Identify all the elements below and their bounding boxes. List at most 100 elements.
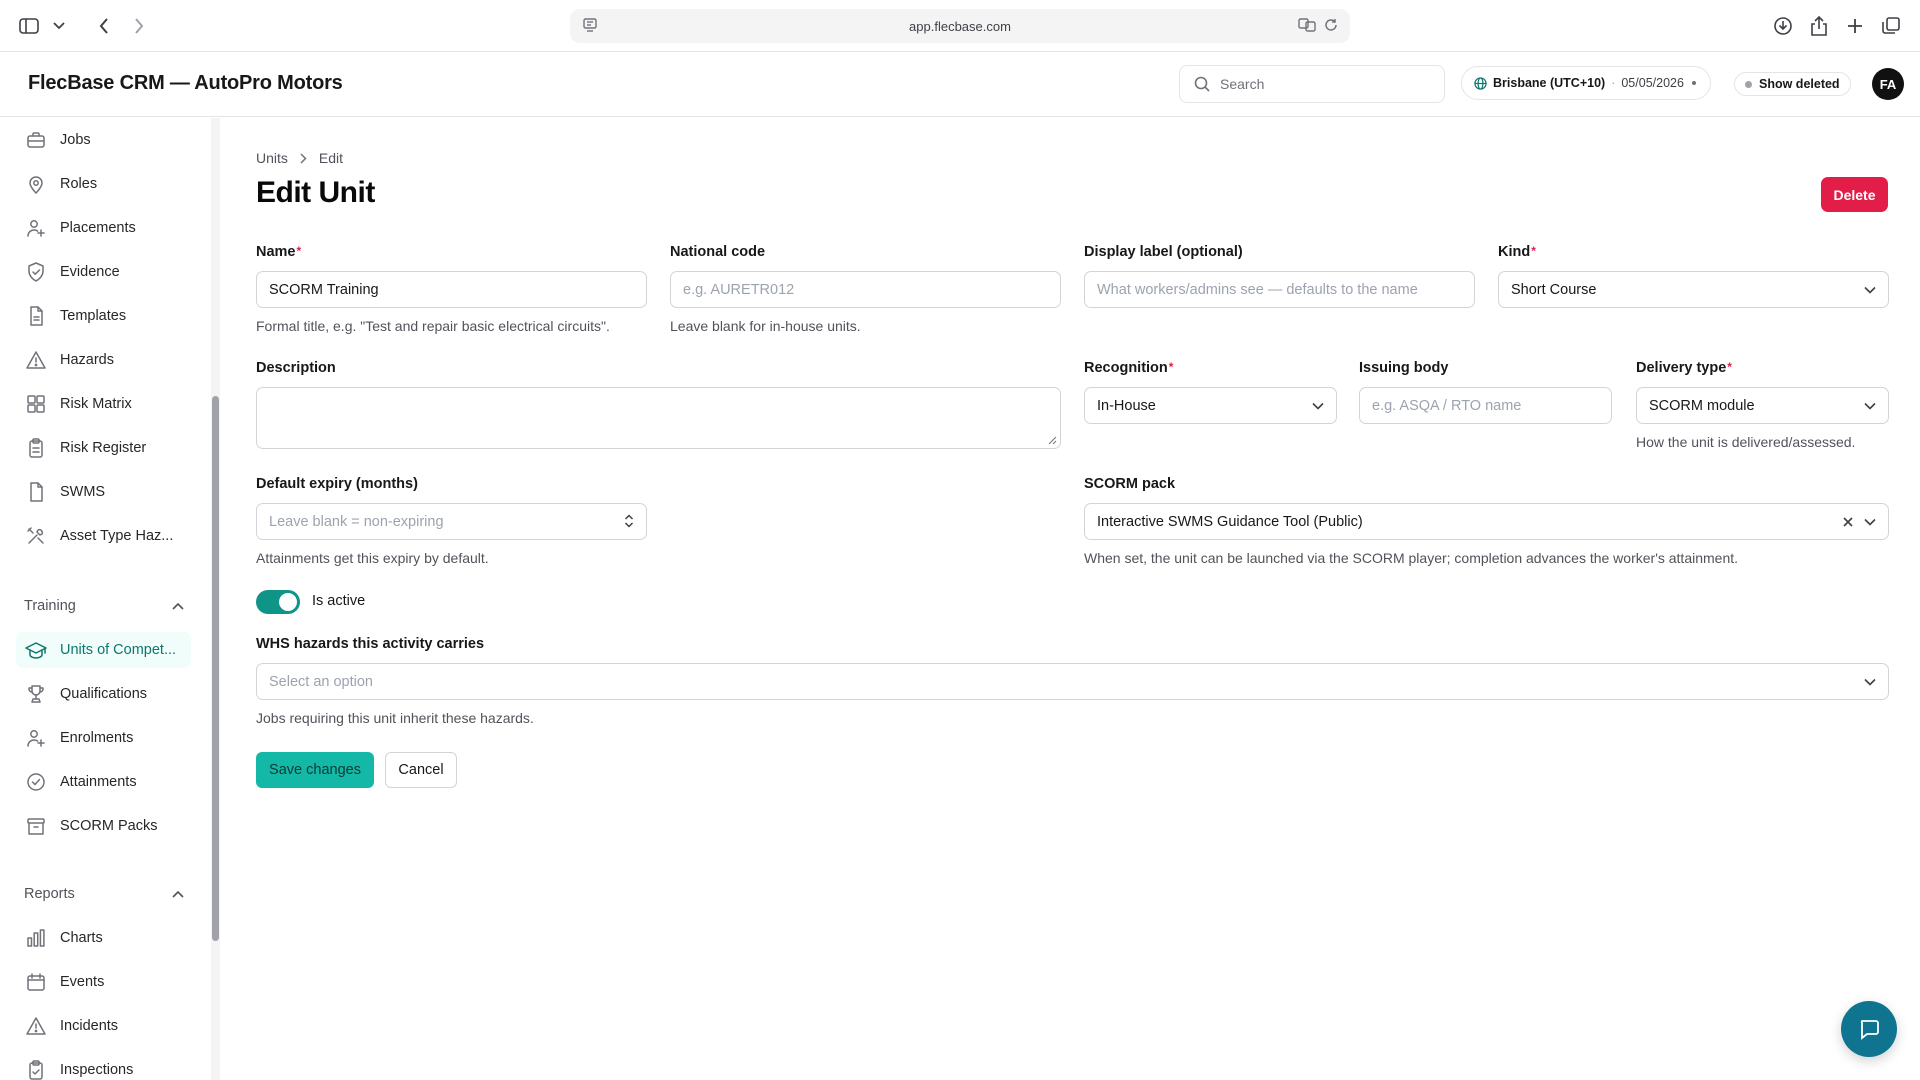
sidebar-item-charts[interactable]: Charts — [16, 920, 191, 956]
sidebar-item-risk-register[interactable]: Risk Register — [16, 430, 191, 466]
resize-handle-icon[interactable] — [1048, 436, 1057, 445]
tools-icon — [25, 525, 47, 547]
is-active-toggle[interactable] — [256, 590, 300, 614]
description-textarea[interactable] — [256, 387, 1061, 449]
sidebar-item-jobs[interactable]: Jobs — [16, 122, 191, 158]
delivery-type-select[interactable]: SCORM module — [1636, 387, 1889, 424]
show-deleted-toggle[interactable]: Show deleted — [1734, 72, 1851, 96]
breadcrumb-current: Edit — [318, 150, 344, 166]
site-settings-icon[interactable] — [582, 17, 598, 33]
sidebar-item-qualifications[interactable]: Qualifications — [16, 676, 191, 712]
avatar[interactable]: FA — [1872, 68, 1904, 100]
delivery-type-help: How the unit is delivered/assessed. — [1636, 434, 1856, 450]
check-circle-icon — [25, 771, 47, 793]
sidebar-item-units-of-compet[interactable]: Units of Compet... — [16, 632, 191, 668]
sidebar-item-roles[interactable]: Roles — [16, 166, 191, 202]
chat-bubble-icon — [1860, 1020, 1879, 1040]
warning-triangle-icon — [25, 349, 47, 371]
whs-hazards-select[interactable]: Select an option — [256, 663, 1889, 700]
close-icon[interactable] — [1842, 515, 1854, 529]
nav-group-reports[interactable]: Reports — [24, 882, 184, 906]
download-icon[interactable] — [1768, 11, 1798, 41]
sidebar-item-label: Charts — [60, 930, 103, 946]
name-label: Name* — [256, 244, 302, 260]
reload-icon[interactable] — [1324, 18, 1338, 32]
sidebar-item-swms[interactable]: SWMS — [16, 474, 191, 510]
name-input[interactable]: SCORM Training — [256, 271, 647, 308]
translate-icon[interactable] — [1298, 17, 1316, 33]
nav-group-training[interactable]: Training — [24, 594, 184, 618]
user-plus-icon — [25, 727, 47, 749]
cancel-button[interactable]: Cancel — [385, 752, 457, 788]
delete-button[interactable]: Delete — [1821, 177, 1888, 212]
sidebar-item-label: Risk Register — [60, 440, 147, 456]
display-label-input[interactable]: What workers/admins see — defaults to th… — [1084, 271, 1475, 308]
kind-select[interactable]: Short Course — [1498, 271, 1889, 308]
sidebar-item-label: Evidence — [60, 264, 120, 280]
default-expiry-placeholder: Leave blank = non-expiring — [269, 513, 444, 530]
toggle-knob — [279, 593, 297, 611]
sidebar-item-label: Events — [60, 974, 105, 990]
sidebar-item-hazards[interactable]: Hazards — [16, 342, 191, 378]
sidebar-item-label: SCORM Packs — [60, 818, 158, 834]
sidebar-item-enrolments[interactable]: Enrolments — [16, 720, 191, 756]
recognition-select[interactable]: In-House — [1084, 387, 1337, 424]
status-dot — [1745, 80, 1752, 88]
sidebar-toggle-icon[interactable] — [14, 11, 44, 41]
file-icon — [25, 305, 47, 327]
map-pin-icon — [25, 173, 47, 195]
dot-indicator — [1691, 81, 1696, 85]
sidebar-item-inspections[interactable]: Inspections — [16, 1052, 191, 1080]
sidebar-item-label: Qualifications — [60, 686, 148, 702]
sidebar-item-attainments[interactable]: Attainments — [16, 764, 191, 800]
chat-button[interactable] — [1841, 1001, 1897, 1057]
chevron-down-icon[interactable] — [44, 11, 74, 41]
share-icon[interactable] — [1804, 11, 1834, 41]
sidebar-item-incidents[interactable]: Incidents — [16, 1008, 191, 1044]
address-bar[interactable]: app.flecbase.com — [570, 9, 1350, 43]
chevron-up-icon — [172, 602, 184, 610]
page-title: Edit Unit — [256, 176, 375, 209]
sidebar-item-risk-matrix[interactable]: Risk Matrix — [16, 386, 191, 422]
show-deleted-label: Show deleted — [1759, 77, 1840, 91]
recognition-value: In-House — [1097, 397, 1156, 414]
sidebar-item-label: Roles — [60, 176, 98, 192]
search-input[interactable]: Search — [1179, 65, 1445, 103]
trophy-icon — [25, 683, 47, 705]
chevron-up-icon — [172, 890, 184, 898]
new-tab-icon[interactable] — [1840, 11, 1870, 41]
sidebar-item-scorm-packs[interactable]: SCORM Packs — [16, 808, 191, 844]
sidebar-scrollbar-thumb[interactable] — [212, 396, 219, 941]
kind-value: Short Course — [1511, 281, 1597, 298]
back-icon[interactable] — [89, 11, 119, 41]
sidebar-item-asset-type-haz[interactable]: Asset Type Haz... — [16, 518, 191, 554]
briefcase-icon — [25, 129, 47, 151]
sidebar-item-templates[interactable]: Templates — [16, 298, 191, 334]
whs-hazards-label: WHS hazards this activity carries — [256, 636, 485, 652]
national-code-label: National code — [670, 244, 766, 260]
tabs-overview-icon[interactable] — [1876, 11, 1906, 41]
sidebar-item-placements[interactable]: Placements — [16, 210, 191, 246]
timezone-selector[interactable]: Brisbane (UTC+10) · 05/05/2026 — [1461, 66, 1711, 100]
save-button[interactable]: Save changes — [256, 752, 374, 788]
breadcrumb-units-link[interactable]: Units — [256, 150, 288, 166]
sidebar-item-label: Attainments — [60, 774, 137, 790]
clipboard-check-icon — [25, 1059, 47, 1080]
shield-check-icon — [25, 261, 47, 283]
national-code-input[interactable]: e.g. AURETR012 — [670, 271, 1061, 308]
sidebar-item-label: Incidents — [60, 1018, 119, 1034]
default-expiry-input[interactable]: Leave blank = non-expiring — [256, 503, 647, 540]
document-icon — [25, 481, 47, 503]
sidebar-item-evidence[interactable]: Evidence — [16, 254, 191, 290]
forward-icon[interactable] — [124, 11, 154, 41]
scorm-pack-select[interactable]: Interactive SWMS Guidance Tool (Public) — [1084, 503, 1889, 540]
default-expiry-label: Default expiry (months) — [256, 476, 418, 492]
bar-chart-icon — [25, 927, 47, 949]
sidebar-item-events[interactable]: Events — [16, 964, 191, 1000]
delivery-type-label: Delivery type* — [1636, 360, 1732, 376]
stepper-icon[interactable] — [624, 513, 634, 529]
issuing-body-input[interactable]: e.g. ASQA / RTO name — [1359, 387, 1612, 424]
search-icon — [1194, 76, 1210, 92]
name-help: Formal title, e.g. "Test and repair basi… — [256, 318, 610, 334]
sidebar-item-label: Enrolments — [60, 730, 134, 746]
